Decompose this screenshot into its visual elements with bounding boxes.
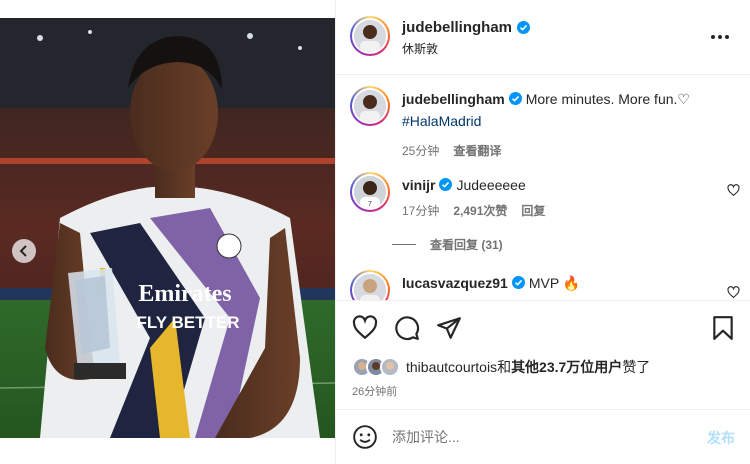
hashtag-link[interactable]: #HalaMadrid (402, 113, 481, 129)
comment-username[interactable]: lucasvazquez91 (402, 275, 508, 291)
comment-text: MVP (528, 275, 559, 291)
post-actions-bar (336, 300, 750, 352)
verified-badge-icon (508, 92, 522, 105)
chevron-left-icon (19, 245, 27, 257)
svg-text:7: 7 (368, 201, 372, 208)
more-horizontal-icon[interactable] (711, 28, 733, 46)
comments-list[interactable]: judebellingham More minutes. More fun.♡ #… (336, 76, 750, 300)
reply-button[interactable]: 回复 (521, 202, 545, 219)
comment-like-heart-icon[interactable] (727, 286, 740, 299)
likes-others[interactable]: 其他23.7万位用户 (511, 357, 622, 377)
comment-username[interactable]: vinijr (402, 177, 435, 193)
comment-bubble-icon[interactable] (394, 315, 420, 341)
comment-time[interactable]: 17分钟 (402, 202, 439, 219)
author-avatar[interactable] (350, 16, 390, 56)
view-replies-label[interactable]: 查看回复 (31) (430, 236, 503, 253)
post-comment-button[interactable]: 发布 (707, 428, 735, 448)
comment-username[interactable]: judebellingham (402, 91, 505, 107)
post-timestamp[interactable]: 26分钟前 (352, 383, 397, 399)
liker-avatar (380, 357, 400, 377)
comment-text: More minutes. More fun. (525, 91, 678, 107)
verified-badge-icon (511, 276, 525, 289)
comment-time[interactable]: 25分钟 (402, 142, 439, 159)
view-replies-button[interactable]: 查看回复 (31) (392, 236, 503, 253)
commenter-avatar[interactable] (350, 86, 390, 126)
instagram-post-dialog: Emirates FLY BETTER judebellingham 休斯敦 j… (0, 0, 750, 464)
commenter-avatar[interactable] (350, 270, 390, 300)
author-username[interactable]: judebellingham (402, 19, 512, 36)
fire-emoji: 🔥 (562, 275, 581, 291)
liker-username[interactable]: thibautcourtois (406, 359, 497, 375)
heart-icon[interactable] (352, 315, 378, 341)
post-header: judebellingham 休斯敦 (336, 0, 750, 75)
paper-plane-icon[interactable] (436, 315, 462, 341)
post-media[interactable]: Emirates FLY BETTER (0, 18, 335, 438)
post-side-panel: judebellingham 休斯敦 judebellingham More mi… (335, 0, 750, 464)
verified-badge-icon (439, 178, 453, 191)
see-translation-link[interactable]: 查看翻译 (453, 142, 501, 159)
comment-text: Judeeeeee (456, 177, 526, 193)
post-photo: Emirates FLY BETTER (0, 18, 335, 438)
post-location[interactable]: 休斯敦 (402, 40, 438, 57)
likes-summary[interactable]: thibautcourtois 和其他23.7万位用户 赞了 (352, 357, 650, 377)
bookmark-icon[interactable] (710, 315, 736, 341)
view-replies-line (392, 244, 416, 245)
smiley-icon[interactable] (352, 424, 378, 450)
liker-avatars (352, 357, 400, 377)
comment-like-heart-icon[interactable] (727, 184, 740, 197)
comment-likes-count[interactable]: 2,491次赞 (453, 202, 507, 219)
author-username-row[interactable]: judebellingham (402, 19, 531, 36)
add-comment-bar: 发布 (336, 409, 750, 464)
verified-badge-icon (517, 21, 531, 34)
comment-emoji: ♡ (677, 91, 690, 107)
svg-text:FLY BETTER: FLY BETTER (137, 313, 240, 332)
svg-text:Emirates: Emirates (138, 281, 231, 307)
comment-input[interactable] (392, 426, 682, 448)
likes-suffix: 赞了 (622, 359, 651, 375)
carousel-prev-button[interactable] (12, 239, 36, 263)
commenter-avatar[interactable]: 7 (350, 172, 390, 212)
likes-connector: 和 (497, 359, 512, 375)
